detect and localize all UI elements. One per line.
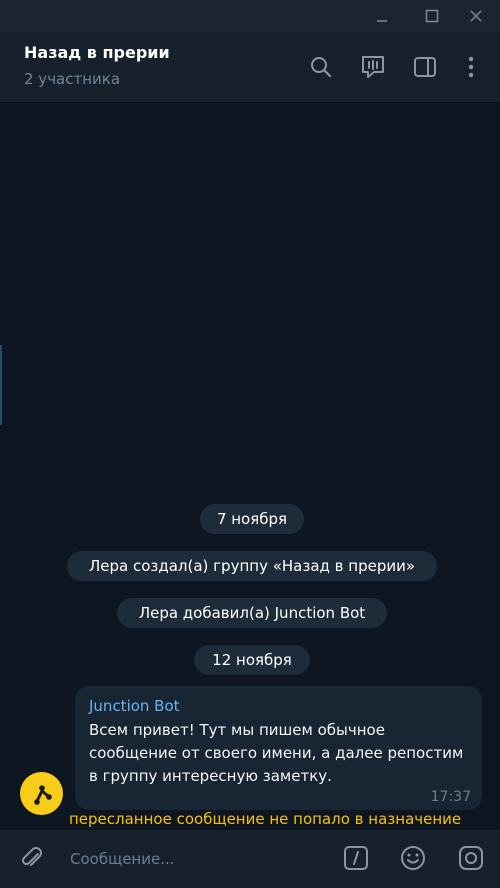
sidebar-toggle-icon xyxy=(414,57,436,77)
minimize-icon xyxy=(377,20,387,22)
more-vertical-icon xyxy=(468,56,474,78)
bot-avatar[interactable] xyxy=(20,772,63,815)
message-input[interactable] xyxy=(68,844,322,874)
close-button[interactable] xyxy=(456,0,496,32)
message-composer xyxy=(0,829,500,888)
forward-failed-note: пересланное сообщение не попало в назнач… xyxy=(69,810,462,828)
close-icon xyxy=(470,10,482,22)
search-button[interactable] xyxy=(306,52,336,82)
paperclip-icon xyxy=(21,847,42,866)
date-separator: 7 ноября xyxy=(200,504,304,534)
chat-header[interactable]: Назад в прерии 2 участника xyxy=(0,32,500,103)
service-message-bot-added: Лера добавил(а) Junction Bot xyxy=(117,598,387,628)
commands-button[interactable] xyxy=(340,842,372,874)
more-menu-button[interactable] xyxy=(456,52,486,82)
maximize-icon xyxy=(425,9,439,23)
message-author[interactable]: Junction Bot xyxy=(89,697,180,715)
message-text: Всем привет! Тут мы пишем обычное сообще… xyxy=(89,721,464,785)
maximize-button[interactable] xyxy=(412,0,452,32)
camera-button[interactable] xyxy=(455,842,487,874)
minimize-button[interactable] xyxy=(362,0,402,32)
emoji-icon xyxy=(401,846,425,870)
date-separator: 12 ноября xyxy=(194,645,310,675)
chat-title: Назад в прерии xyxy=(24,43,170,62)
service-message-group-created: Лера создал(а) группу «Назад в прерии» xyxy=(67,551,437,581)
voice-chat-icon xyxy=(362,56,384,78)
junction-bot-logo-icon xyxy=(33,784,52,805)
voice-chat-button[interactable] xyxy=(358,52,388,82)
message-time: 17:37 xyxy=(430,789,471,805)
scroll-marker xyxy=(0,345,2,425)
sidebar-toggle-button[interactable] xyxy=(410,52,440,82)
chat-member-count: 2 участника xyxy=(24,70,121,88)
message-bubble[interactable]: Junction Bot Всем привет! Тут мы пишем о… xyxy=(75,686,482,810)
emoji-button[interactable] xyxy=(397,842,429,874)
instagram-camera-icon xyxy=(459,846,483,870)
window-titlebar xyxy=(0,0,500,32)
slash-command-icon xyxy=(344,846,368,870)
search-icon xyxy=(311,57,332,78)
attach-button[interactable] xyxy=(16,842,48,874)
